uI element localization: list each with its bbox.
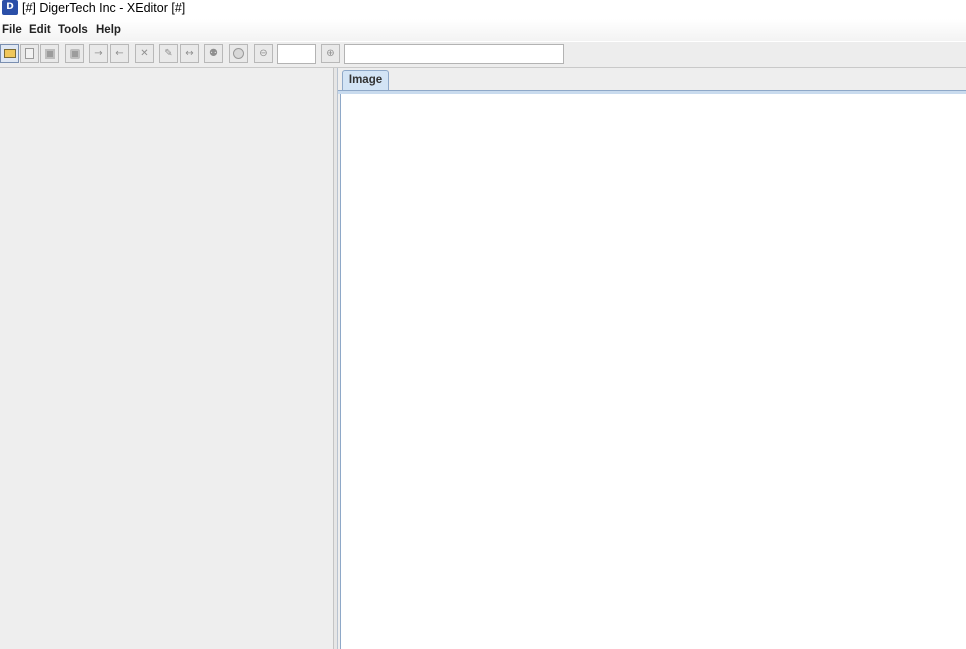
delete-button[interactable]: ✕: [135, 44, 154, 63]
undo-arrow-icon: ←: [115, 47, 124, 59]
menu-bar: File Edit Tools Help: [0, 19, 966, 41]
redo-button[interactable]: →: [89, 44, 108, 63]
new-button[interactable]: [20, 44, 39, 63]
open-button[interactable]: [0, 44, 19, 63]
undo-button[interactable]: ←: [110, 44, 129, 63]
find-button[interactable]: ⚉: [204, 44, 223, 63]
split-button[interactable]: ↔: [180, 44, 199, 63]
toolbar: → ← ✕ ✎ ↔ ⚉ ⊖ ⊕: [0, 42, 966, 68]
globe-icon: [233, 48, 244, 59]
save-icon: [44, 48, 55, 59]
new-document-icon: [25, 48, 34, 59]
save-button[interactable]: [40, 44, 59, 63]
globe-button[interactable]: [229, 44, 248, 63]
zoom-out-icon: ⊖: [259, 47, 268, 59]
editor-panel: Image: [337, 68, 966, 649]
split-icon: ↔: [185, 47, 194, 59]
tree-panel[interactable]: [0, 68, 334, 649]
menu-file[interactable]: File: [2, 22, 22, 38]
window-title: [#] DigerTech Inc - XEditor [#]: [22, 1, 186, 15]
image-content-area[interactable]: [340, 94, 966, 649]
app-logo-icon: D: [2, 0, 18, 15]
tab-image[interactable]: Image: [342, 70, 389, 91]
menu-tools[interactable]: Tools: [58, 22, 88, 38]
edit-button[interactable]: ✎: [159, 44, 178, 63]
search-input[interactable]: [344, 44, 564, 64]
print-button[interactable]: [65, 44, 84, 63]
edit-pencil-icon: ✎: [164, 47, 173, 59]
print-icon: [69, 48, 80, 59]
open-folder-icon: [3, 49, 16, 58]
zoom-out-button[interactable]: ⊖: [254, 44, 273, 63]
zoom-in-icon: ⊕: [326, 47, 335, 59]
redo-arrow-icon: →: [94, 47, 103, 59]
zoom-in-button[interactable]: ⊕: [321, 44, 340, 63]
zoom-input[interactable]: [277, 44, 316, 64]
menu-help[interactable]: Help: [96, 22, 121, 38]
delete-x-icon: ✕: [140, 47, 149, 59]
binoculars-find-icon: ⚉: [209, 47, 218, 59]
menu-edit[interactable]: Edit: [29, 22, 51, 38]
title-bar: D [#] DigerTech Inc - XEditor [#]: [0, 0, 966, 18]
